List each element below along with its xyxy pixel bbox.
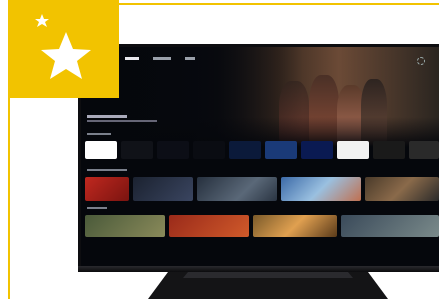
settings-icon[interactable] (417, 57, 425, 65)
award-ribbon (8, 0, 119, 98)
apps-row-label (87, 133, 111, 135)
bottom-tile-1[interactable] (85, 215, 165, 237)
bottom-row-label (87, 207, 107, 209)
nav-blur-1[interactable] (125, 57, 139, 60)
content-tile-1[interactable] (85, 177, 129, 201)
content-row-label (87, 169, 127, 171)
app-tile-2[interactable] (121, 141, 153, 159)
app-tile-3[interactable] (157, 141, 189, 159)
app-tile-5[interactable] (229, 141, 261, 159)
app-tile-6[interactable] (265, 141, 297, 159)
tv-screen (81, 47, 439, 266)
bottom-tile-3[interactable] (253, 215, 337, 237)
app-tile-4[interactable] (193, 141, 225, 159)
app-tile-10[interactable] (409, 141, 439, 159)
nav-blur-3[interactable] (185, 57, 195, 60)
app-tile-1[interactable] (85, 141, 117, 159)
television (78, 44, 439, 269)
app-tile-7[interactable] (301, 141, 333, 159)
tv-nav (125, 57, 195, 60)
star-icon (35, 14, 91, 79)
bottom-tile-2[interactable] (169, 215, 249, 237)
hero-caption (87, 115, 177, 122)
content-tile-5[interactable] (365, 177, 439, 201)
content-tile-3[interactable] (197, 177, 277, 201)
content-tile-2[interactable] (133, 177, 193, 201)
app-tile-8[interactable] (337, 141, 369, 159)
nav-blur-2[interactable] (153, 57, 171, 60)
content-tile-4[interactable] (281, 177, 361, 201)
tv-stand (148, 272, 388, 299)
app-tile-9[interactable] (373, 141, 405, 159)
bottom-tile-4[interactable] (341, 215, 439, 237)
product-photo (0, 0, 439, 299)
